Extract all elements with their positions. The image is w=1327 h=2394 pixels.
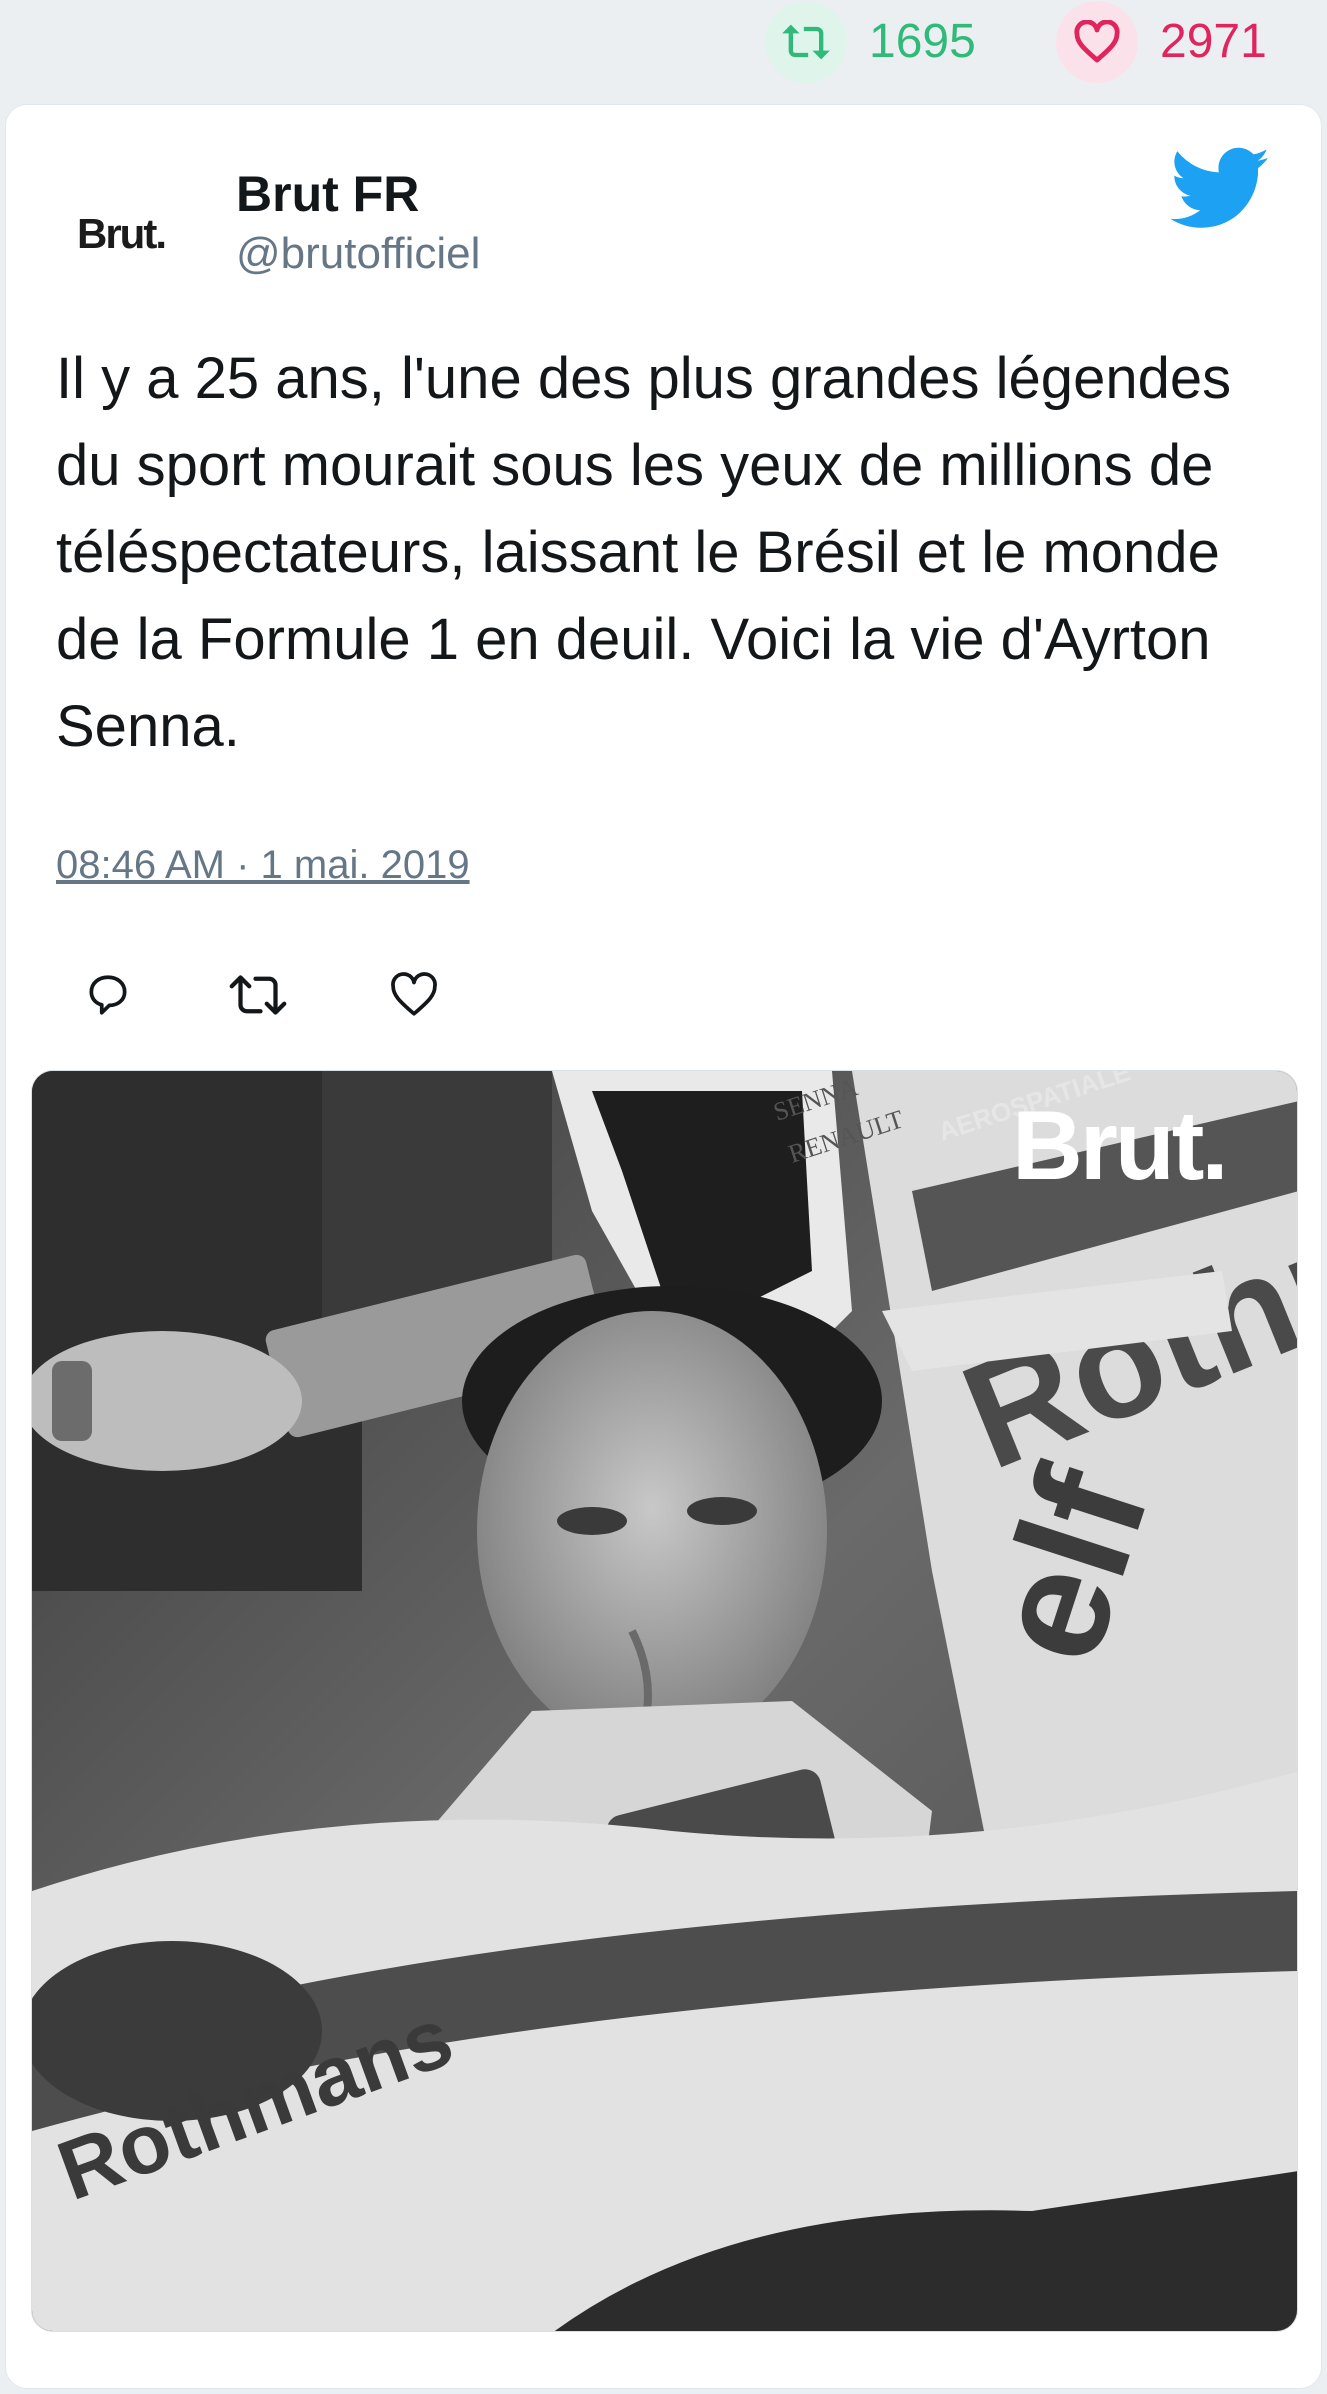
heart-icon bbox=[391, 972, 437, 1016]
reply-icon bbox=[89, 975, 127, 1015]
retweet-count: 1695 bbox=[869, 15, 976, 68]
tweet-actions bbox=[56, 955, 556, 1035]
race-car-photo: Rothmans elf SENNA RENAULT AEROSPATIALE … bbox=[32, 1071, 1297, 2331]
user-handle[interactable]: @brutofficiel bbox=[236, 229, 480, 279]
reply-button[interactable] bbox=[68, 955, 148, 1035]
retweet-count-stat[interactable]: 1695 bbox=[765, 0, 976, 84]
retweet-button[interactable] bbox=[218, 955, 298, 1035]
tweet-media-photo[interactable]: Rothmans elf SENNA RENAULT AEROSPATIALE … bbox=[31, 1070, 1298, 2332]
tweet-card: Brut. Brut FR @brutofficiel Il y a 25 an… bbox=[5, 104, 1322, 2389]
avatar[interactable]: Brut. bbox=[56, 169, 186, 299]
tweet-stats-bar: 1695 2971 bbox=[0, 0, 1327, 84]
brut-watermark: Brut. bbox=[1012, 1090, 1226, 1200]
display-name[interactable]: Brut FR bbox=[236, 165, 419, 223]
tweet-timestamp-link[interactable]: 08:46 AM · 1 mai. 2019 bbox=[56, 843, 470, 888]
retweet-icon bbox=[229, 975, 287, 1015]
twitter-bird-icon[interactable] bbox=[1170, 147, 1271, 231]
tweet-text: Il y a 25 ans, l'une des plus grandes lé… bbox=[56, 346, 1232, 759]
retweet-icon bbox=[765, 1, 847, 83]
avatar-logo-text: Brut. bbox=[77, 210, 167, 257]
like-count-stat[interactable]: 2971 bbox=[1056, 0, 1267, 84]
like-count: 2971 bbox=[1160, 15, 1267, 68]
like-button[interactable] bbox=[374, 955, 454, 1035]
heart-icon bbox=[1056, 1, 1138, 83]
